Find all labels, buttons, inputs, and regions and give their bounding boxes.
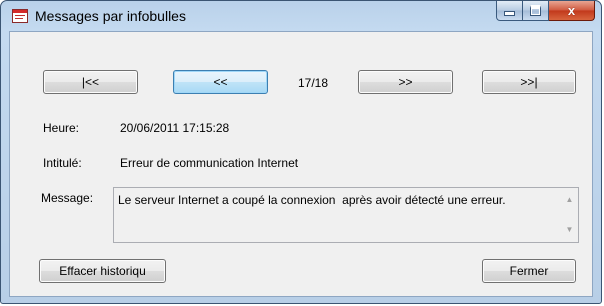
close-button[interactable]: Fermer <box>482 259 576 283</box>
dialog-content: |<< << 17/18 >> >>| Heure: 20/06/2011 17… <box>9 31 593 297</box>
message-position: 17/18 <box>298 76 329 90</box>
maximize-icon <box>530 5 541 16</box>
intitule-label: Intitulé: <box>43 156 82 170</box>
window-title: Messages par infobulles <box>35 8 186 24</box>
minimize-icon <box>504 11 515 16</box>
message-label: Message: <box>41 191 94 205</box>
caption-buttons: x <box>496 1 595 21</box>
dialog-window: Messages par infobulles x |<< << 17/18 >… <box>0 0 602 304</box>
message-scrollbar[interactable]: ▲ ▼ <box>561 188 578 242</box>
first-message-button[interactable]: |<< <box>43 70 138 94</box>
close-icon: x <box>567 3 576 18</box>
title-bar[interactable]: Messages par infobulles x <box>1 1 601 31</box>
clear-history-button[interactable]: Effacer historiqu <box>39 259 166 283</box>
scroll-down-icon[interactable]: ▼ <box>561 221 578 238</box>
close-window-button[interactable]: x <box>549 1 595 21</box>
intitule-value: Erreur de communication Internet <box>120 156 299 170</box>
heure-label: Heure: <box>43 121 80 135</box>
message-app-icon <box>12 9 28 23</box>
scroll-up-icon[interactable]: ▲ <box>561 191 578 208</box>
next-message-button[interactable]: >> <box>358 70 453 94</box>
minimize-button[interactable] <box>496 1 523 21</box>
maximize-button[interactable] <box>523 1 549 21</box>
message-textbox[interactable]: Le serveur Internet a coupé la connexion… <box>113 187 579 243</box>
previous-message-button[interactable]: << <box>173 70 268 94</box>
last-message-button[interactable]: >>| <box>482 70 576 94</box>
message-text: Le serveur Internet a coupé la connexion… <box>118 193 506 207</box>
heure-value: 20/06/2011 17:15:28 <box>120 121 230 135</box>
